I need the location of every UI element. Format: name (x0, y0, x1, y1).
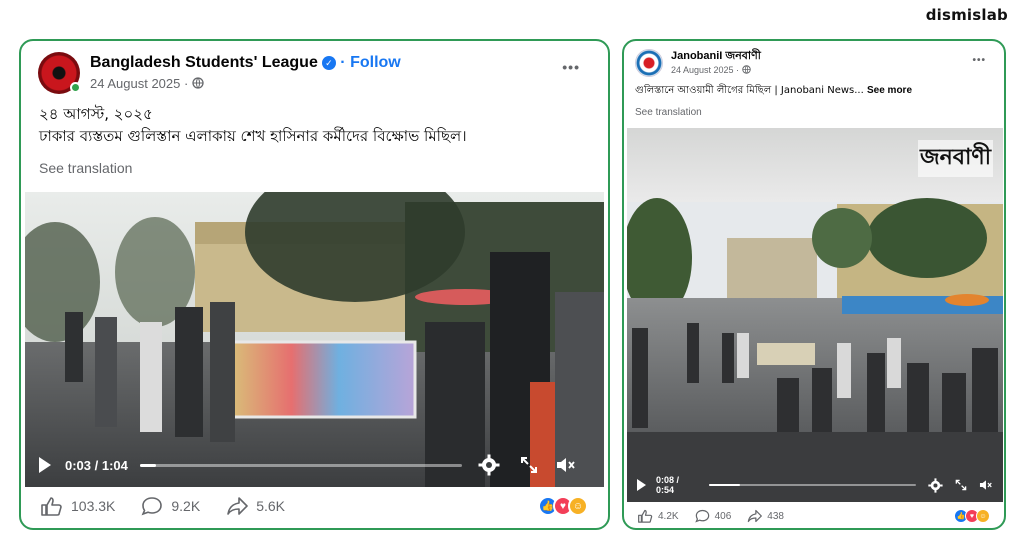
care-reaction-icon: ☺ (568, 496, 588, 516)
comment-count: 406 (714, 510, 732, 522)
video-time: 0:08 / 0:54 (656, 475, 680, 495)
engagement-bar: 103.3K 9.2K 5.6K (41, 496, 285, 516)
globe-icon (192, 77, 204, 89)
like-count: 103.3K (71, 498, 116, 514)
facebook-post-janobani: JanobaniI জনবাণী 24 August 2025 · ••• গু… (622, 39, 1006, 530)
fullscreen-icon[interactable] (520, 456, 538, 474)
video-progress-fill (139, 463, 156, 467)
comment-button[interactable]: 9.2K (141, 496, 200, 516)
like-icon (41, 497, 62, 516)
watermark: dismislab (925, 6, 1008, 24)
video-frame-rally (627, 128, 1003, 502)
share-icon (748, 509, 763, 523)
comment-icon (141, 497, 163, 516)
like-count: 4.2K (658, 510, 679, 522)
comment-icon (694, 509, 709, 523)
like-icon (638, 509, 653, 523)
share-button[interactable]: 5.6K (226, 496, 285, 516)
online-status-dot (70, 82, 81, 93)
post-date[interactable]: 24 August 2025 · (90, 76, 188, 91)
share-icon (227, 497, 248, 515)
follow-button[interactable]: · Follow (340, 54, 400, 71)
see-translation-link[interactable]: See translation (635, 107, 702, 118)
see-more-link[interactable]: See more (867, 85, 912, 96)
post-text-line-2: ঢাকার ব্যস্ততম গুলিস্তান এলাকায় শেখ হাস… (39, 127, 467, 145)
post-text-line-1: ২৪ আগস্ট, ২০২৫ (39, 105, 153, 123)
comment-count: 9.2K (171, 498, 201, 514)
video-player[interactable]: জনবাণী 0:08 / 0:54 (627, 128, 1003, 502)
page-name[interactable]: JanobaniI জনবাণী (671, 50, 761, 62)
post-text: গুলিস্তানে আওয়ামী লীগের মিছিল | Janoban… (635, 85, 864, 96)
page-avatar[interactable] (635, 49, 663, 77)
video-progress-bar[interactable] (139, 463, 462, 467)
post-header: JanobaniI জনবাণী 24 August 2025 · (635, 49, 761, 77)
reaction-icons[interactable]: 👍 ♥ ☺ (538, 496, 588, 516)
page-name[interactable]: Bangladesh Students' League (90, 54, 318, 71)
post-menu-button[interactable]: ••• (562, 59, 580, 75)
play-icon[interactable] (637, 479, 646, 491)
video-time: 0:03 / 1:04 (65, 457, 128, 473)
video-player[interactable]: 0:03 / 1:04 (25, 192, 604, 487)
video-controls: 0:08 / 0:54 (627, 475, 1003, 495)
post-menu-button[interactable]: ••• (972, 55, 986, 66)
video-progress-bar[interactable] (709, 484, 917, 486)
play-icon[interactable] (39, 457, 51, 473)
haha-reaction-icon: ☺ (976, 509, 990, 523)
settings-icon[interactable] (928, 477, 943, 493)
post-date[interactable]: 24 August 2025 · (671, 65, 739, 75)
fullscreen-icon[interactable] (955, 479, 967, 491)
share-count: 438 (767, 510, 784, 522)
mute-icon[interactable] (979, 479, 993, 491)
like-button[interactable]: 103.3K (41, 496, 115, 516)
video-frame-protest (25, 192, 604, 487)
page-avatar[interactable] (38, 52, 81, 94)
like-button[interactable]: 4.2K (638, 509, 679, 523)
mute-icon[interactable] (556, 456, 576, 474)
globe-icon (741, 65, 751, 74)
reaction-icons[interactable]: 👍 ♥ ☺ (954, 509, 990, 523)
engagement-bar: 4.2K 406 438 (638, 509, 784, 523)
facebook-post-students-league: Bangladesh Students' League ✓ · Follow 24… (19, 39, 610, 530)
video-progress-fill (709, 484, 741, 486)
comment-button[interactable]: 406 (694, 509, 732, 523)
share-button[interactable]: 438 (747, 509, 784, 523)
share-count: 5.6K (256, 498, 285, 514)
settings-icon[interactable] (478, 454, 500, 476)
video-controls: 0:03 / 1:04 (25, 454, 604, 476)
janobani-brand-logo: জনবাণী (917, 140, 993, 177)
post-header: Bangladesh Students' League ✓ · Follow 24… (38, 52, 401, 94)
verified-icon: ✓ (321, 55, 336, 70)
see-translation-link[interactable]: See translation (39, 160, 132, 176)
